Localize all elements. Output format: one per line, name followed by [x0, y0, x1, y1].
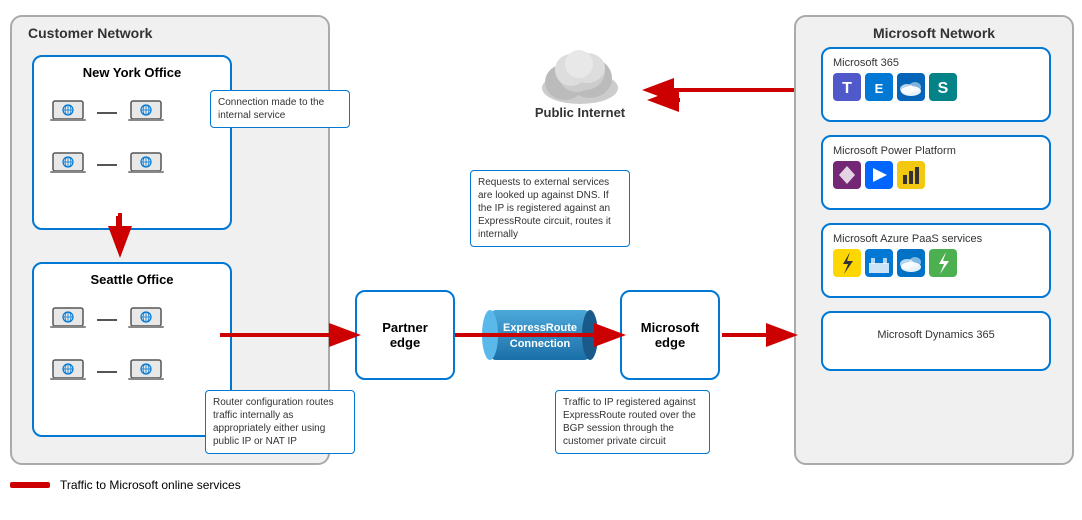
powerbi-icon	[897, 161, 925, 189]
ms-edge-label: Microsoftedge	[641, 320, 700, 350]
mspower-box: Microsoft Power Platform	[821, 135, 1051, 210]
laptop-globe-6	[127, 302, 165, 337]
connector-line-3	[97, 319, 117, 321]
seattle-office-box: Seattle Office	[32, 262, 232, 437]
ms365-icons: T E S	[833, 73, 1039, 101]
callout-seattle: Router configuration routes traffic inte…	[205, 390, 355, 454]
laptop-globe-2	[127, 95, 165, 130]
laptop-globe-5	[49, 302, 87, 337]
azure-bolt2-icon	[929, 249, 957, 277]
msazure-icons	[833, 249, 1039, 277]
svg-text:T: T	[842, 80, 852, 97]
sharepoint-icon: S	[929, 73, 957, 101]
connector-line-2	[97, 164, 117, 166]
callout-bgp: Traffic to IP registered against Express…	[555, 390, 710, 454]
powerapps-icon	[833, 161, 861, 189]
expressroute-connection: ExpressRoute Connection	[475, 295, 605, 375]
mspower-label: Microsoft Power Platform	[833, 145, 1039, 157]
callout-dns: Requests to external services are looked…	[470, 170, 630, 247]
partner-edge-box: Partneredge	[355, 290, 455, 380]
svg-text:E: E	[875, 81, 884, 96]
connector-line-4	[97, 371, 117, 373]
connector-line	[97, 112, 117, 114]
ms365-box: Microsoft 365 T E	[821, 47, 1051, 122]
legend: Traffic to Microsoft online services	[10, 478, 241, 492]
powerautomate-icon	[865, 161, 893, 189]
laptop-globe-8	[127, 354, 165, 389]
ny-office-label: New York Office	[83, 65, 182, 80]
ms-network-label: Microsoft Network	[873, 25, 995, 41]
azure-cloud-icon	[897, 249, 925, 277]
svg-text:Connection: Connection	[510, 338, 571, 350]
msazure-box: Microsoft Azure PaaS services	[821, 223, 1051, 298]
callout-ny: Connection made to the internal service	[210, 90, 350, 128]
teams-icon: T	[833, 73, 861, 101]
partner-edge-label: Partneredge	[382, 320, 428, 350]
exchange-icon: E	[865, 73, 893, 101]
laptop-globe-4	[127, 147, 165, 182]
msazure-label: Microsoft Azure PaaS services	[833, 233, 1039, 245]
ms-edge-box: Microsoftedge	[620, 290, 720, 380]
azure-factory-icon	[865, 249, 893, 277]
svg-text:S: S	[938, 80, 949, 97]
onedrive-icon	[897, 73, 925, 101]
diagram-container: Customer Network New York Office	[0, 0, 1082, 500]
azure-bolt-icon	[833, 249, 861, 277]
legend-label: Traffic to Microsoft online services	[60, 478, 241, 492]
laptop-globe-1	[49, 95, 87, 130]
svg-text:ExpressRoute: ExpressRoute	[503, 322, 577, 334]
msdynamics-box: Microsoft Dynamics 365	[821, 311, 1051, 371]
msdynamics-label: Microsoft Dynamics 365	[833, 329, 1039, 341]
public-internet-label: Public Internet	[520, 105, 640, 120]
seattle-office-label: Seattle Office	[90, 272, 173, 287]
laptop-globe-3	[49, 147, 87, 182]
ms-network-box: Microsoft Network Microsoft 365 T E	[794, 15, 1074, 465]
ny-office-box: New York Office	[32, 55, 232, 230]
laptop-globe-7	[49, 354, 87, 389]
public-internet: Public Internet	[520, 50, 640, 150]
ms365-label: Microsoft 365	[833, 57, 1039, 69]
customer-network-label: Customer Network	[28, 25, 152, 41]
mspower-icons	[833, 161, 1039, 189]
legend-line	[10, 482, 50, 488]
